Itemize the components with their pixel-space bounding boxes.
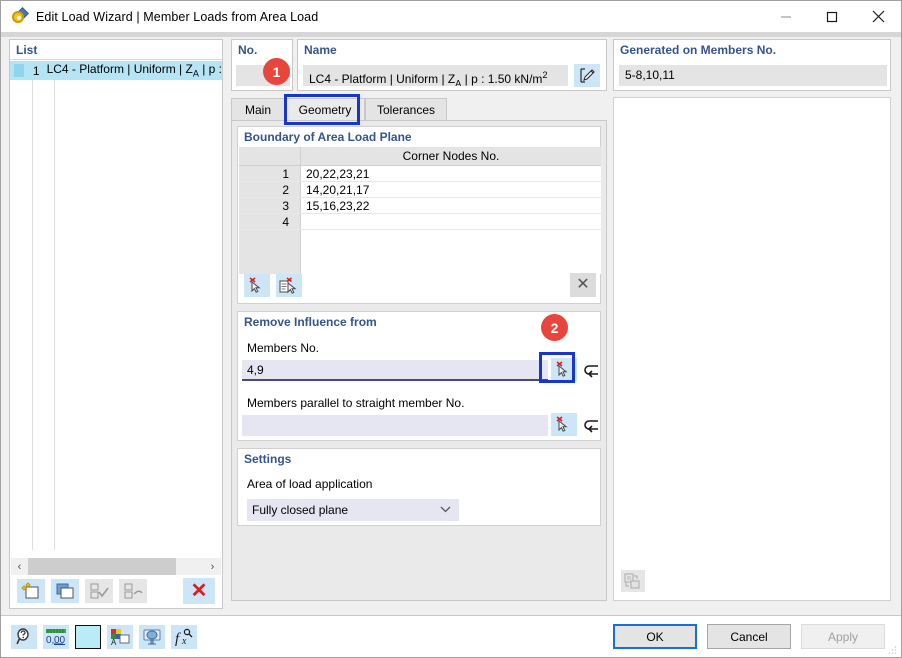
area-of-load-application-label: Area of load application [247,477,373,491]
list-header-label: List [10,40,222,60]
load-wizard-icon [10,6,29,26]
settings-section: Settings Area of load application Fully … [237,448,601,526]
table-cell-nodes[interactable]: 20,22,23,21 [301,166,601,181]
list-panel: List 1 LC4 - Platform | Uniform | ZA | p… [9,39,223,609]
table-cell-nodes[interactable]: 14,20,21,17 [301,182,601,197]
generated-members-label: Generated on Members No. [620,43,777,57]
list-item-number: 1 [32,63,40,78]
invert-selection-button [119,579,147,603]
table-row[interactable]: 4 [239,214,601,230]
table-header-corner-nodes: Corner Nodes No. [402,149,500,163]
minimize-button[interactable] [763,1,809,32]
list-horizontal-scrollbar[interactable]: ‹ › [11,558,221,575]
window-controls [763,1,901,32]
dialog-body: List 1 LC4 - Platform | Uniform | ZA | p… [1,37,901,615]
tab-strip: Main Geometry Tolerances [231,97,607,121]
edit-name-button[interactable] [574,64,600,87]
preview-panel [613,97,891,601]
boundary-section-title: Boundary of Area Load Plane [244,130,412,144]
pick-nodes-from-list-button[interactable] [276,273,302,297]
svg-text:f: f [175,631,181,646]
corner-nodes-table: Corner Nodes No. 1 20,22,23,21 2 14,20,2… [239,147,601,274]
display-properties-icon[interactable] [139,624,165,649]
generated-members-group: Generated on Members No. 5-8,10,11 [613,39,891,91]
delete-item-button[interactable]: ✕ [183,578,215,604]
list-item-color-swatch [14,64,24,77]
decimal-places-icon[interactable]: 0, 00 [43,624,69,649]
generated-members-field: 5-8,10,11 [619,65,887,86]
dialog-buttons: OK Cancel Apply [613,624,885,649]
table-header-index [239,147,301,165]
chevron-down-icon [440,505,451,516]
resize-grip-icon[interactable] [887,644,897,654]
pick-parallel-members-button[interactable] [551,413,577,436]
parallel-members-label: Members parallel to straight member No. [247,396,465,410]
ok-button[interactable]: OK [613,624,697,649]
table-row-index: 1 [239,166,301,181]
table-row[interactable]: 3 15,16,23,22 [239,198,601,214]
table-empty-area [239,230,601,274]
boundary-toolbar: ✕ [239,271,601,299]
cancel-button[interactable]: Cancel [707,624,791,649]
maximize-button[interactable] [809,1,855,32]
parallel-members-input[interactable] [242,415,548,436]
svg-text:A: A [111,638,117,646]
pick-members-button[interactable] [551,358,577,381]
scrollbar-track[interactable] [28,558,204,575]
table-cell-nodes[interactable]: 15,16,23,22 [301,198,601,213]
step-badge-2: 2 [541,314,568,341]
name-group: Name LC4 - Platform | Uniform | ZA | p :… [297,39,607,91]
number-label: No. [238,43,258,57]
table-cell-nodes[interactable] [301,214,601,229]
list-toolbar: ✕ [11,575,221,607]
table-row[interactable]: 2 14,20,21,17 [239,182,601,198]
members-no-label: Members No. [247,341,320,355]
scroll-left-arrow-icon[interactable]: ‹ [11,558,28,575]
title-bar: Edit Load Wizard | Member Loads from Are… [1,1,901,32]
table-row-index: 2 [239,182,301,197]
scrollbar-thumb[interactable] [28,558,176,575]
list-item-label: LC4 - Platform | Uniform | ZA | p : [46,62,222,79]
area-of-load-application-value: Fully closed plane [252,503,349,517]
members-no-reset-button[interactable] [581,359,603,381]
color-swatch-icon[interactable] [75,624,101,649]
copy-item-button[interactable] [51,579,79,603]
select-all-button [85,579,113,603]
name-field[interactable]: LC4 - Platform | Uniform | ZA | p : 1.50… [303,65,568,86]
svg-text:x: x [181,636,187,646]
step-badge-1: 1 [263,58,290,85]
tab-geometry[interactable]: Geometry [285,98,365,121]
settings-title: Settings [244,452,292,466]
new-item-button[interactable] [17,579,45,603]
pick-nodes-button[interactable] [244,273,270,297]
table-row-index: 3 [239,198,301,213]
area-of-load-application-select[interactable]: Fully closed plane [247,499,459,521]
color-layer-icon[interactable]: A [107,624,133,649]
export-preview-button [621,570,645,592]
tab-main[interactable]: Main [231,98,285,121]
apply-button: Apply [801,624,885,649]
window-title: Edit Load Wizard | Member Loads from Are… [36,9,319,24]
status-icon-bar: 0, 00 A f x [11,624,197,649]
scroll-right-arrow-icon[interactable]: › [204,558,221,575]
table-row[interactable]: 1 20,22,23,21 [239,166,601,182]
table-header-row: Corner Nodes No. [239,147,601,166]
clear-boundary-button[interactable]: ✕ [570,273,596,297]
members-no-input[interactable]: 4,9 [242,360,548,381]
table-row-index: 4 [239,214,301,229]
parallel-members-reset-button[interactable] [581,414,603,436]
dialog-window: Edit Load Wizard | Member Loads from Are… [0,0,902,658]
help-magnifier-icon[interactable] [11,624,37,649]
list-rows: 1 LC4 - Platform | Uniform | ZA | p : [10,61,222,550]
function-editor-icon[interactable]: f x [171,624,197,649]
list-item[interactable]: 1 LC4 - Platform | Uniform | ZA | p : [10,61,222,80]
name-label: Name [304,43,337,57]
footer-bar: 0, 00 A f x OK Cancel Apply [1,616,901,657]
geometry-tab-page: Boundary of Area Load Plane Corner Nodes… [231,120,607,601]
close-button[interactable] [855,1,901,32]
boundary-section: Boundary of Area Load Plane Corner Nodes… [237,126,601,304]
tab-tolerances[interactable]: Tolerances [365,98,447,121]
